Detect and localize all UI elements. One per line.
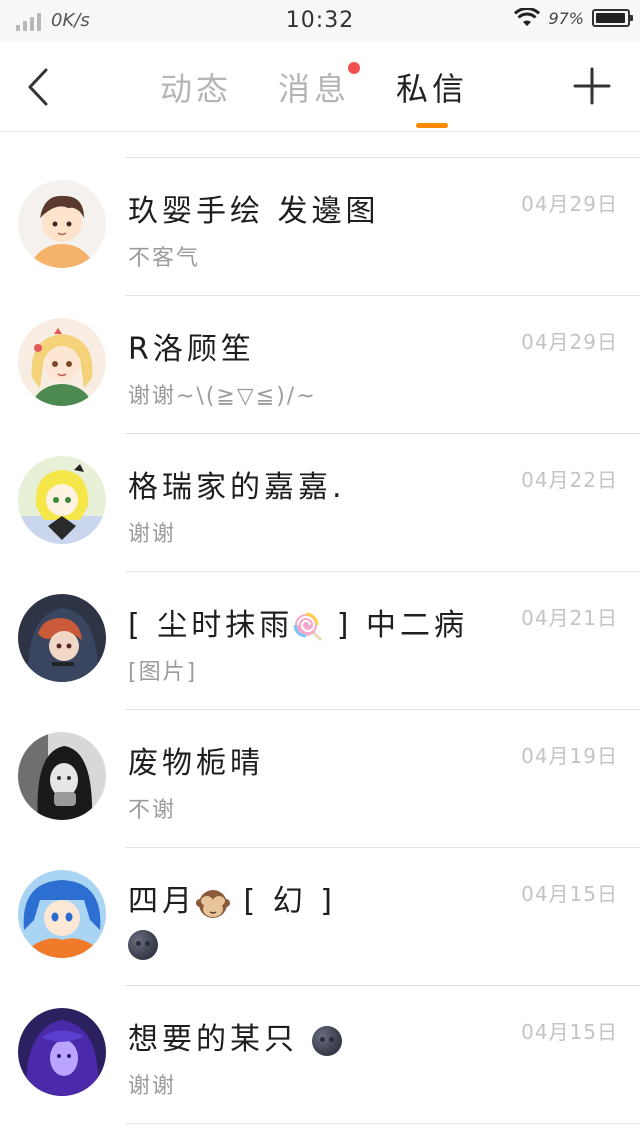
message-row[interactable]: [ 尘时抹雨 ] 中二病 [图片] 04月21日 <box>0 572 640 710</box>
add-button[interactable] <box>570 64 614 108</box>
avatar[interactable] <box>18 318 106 406</box>
plus-icon <box>573 67 611 105</box>
message-preview: 不谢 <box>128 798 177 823</box>
avatar[interactable] <box>18 732 106 820</box>
message-row[interactable]: 四月 [ 幻 ] 04月15日 <box>0 848 640 986</box>
contact-name: 想要的某只 <box>128 1014 342 1058</box>
wifi-icon <box>514 8 541 26</box>
message-date: 04月21日 <box>521 606 618 630</box>
message-row[interactable]: 格瑞家的嘉嘉. 谢谢 04月22日 <box>0 434 640 572</box>
message-preview <box>128 930 158 960</box>
status-right: 97% <box>514 8 633 28</box>
message-row[interactable]: R洛顾笙 谢谢~\(≧▽≦)/~ 04月29日 <box>0 296 640 434</box>
message-preview: [图片] <box>128 660 198 685</box>
message-preview: 谢谢 <box>128 1074 177 1099</box>
contact-name-part: [ 尘时抹雨 <box>128 608 294 643</box>
new-moon-face-icon <box>311 1025 342 1056</box>
message-row[interactable]: 玖婴手绘 发邊图 不客气 04月29日 <box>0 158 640 296</box>
active-tab-indicator <box>416 123 449 128</box>
avatar[interactable] <box>18 180 106 268</box>
message-row[interactable]: 想要的某只 谢谢 04月15日 <box>0 986 640 1124</box>
contact-name-part: 四月 <box>128 884 196 919</box>
message-preview: 谢谢 <box>128 522 177 547</box>
message-date: 04月29日 <box>521 330 618 354</box>
contact-name: 格瑞家的嘉嘉. <box>128 470 346 505</box>
contact-name: 四月 [ 幻 ] <box>128 876 336 920</box>
tab-notifications[interactable]: 消息 <box>278 62 361 110</box>
contact-name-part: 想要的某只 <box>128 1022 298 1057</box>
new-moon-face-icon <box>128 930 158 960</box>
contact-name-part: ] 中二病 <box>323 608 469 643</box>
back-button[interactable] <box>18 62 58 112</box>
contact-name: 废物栀晴 <box>128 746 264 781</box>
tab-activity[interactable]: 动态 <box>160 64 232 110</box>
avatar[interactable] <box>18 1008 106 1096</box>
battery-fill <box>596 13 626 23</box>
contact-name: 玖婴手绘 发邊图 <box>128 194 380 229</box>
lollipop-icon <box>293 612 323 642</box>
avatar[interactable] <box>18 456 106 544</box>
unread-badge-dot <box>348 62 361 74</box>
tab-private-messages-label: 私信 <box>396 70 469 108</box>
see-no-evil-monkey-icon <box>196 887 230 919</box>
tab-private-messages[interactable]: 私信 <box>396 64 469 128</box>
message-date: 04月29日 <box>521 192 618 216</box>
message-date: 04月15日 <box>521 1020 618 1044</box>
message-date: 04月22日 <box>521 468 618 492</box>
status-bar: 0K/s 10:32 97% <box>0 0 640 42</box>
contact-name: [ 尘时抹雨 ] 中二病 <box>128 600 468 644</box>
tab-notifications-label: 消息 <box>278 70 351 108</box>
message-row[interactable]: 废物栀晴 不谢 04月19日 <box>0 710 640 848</box>
battery-icon <box>592 9 633 27</box>
tab-bar: 动态 消息 私信 <box>160 42 514 132</box>
message-date: 04月19日 <box>521 744 618 768</box>
tab-activity-label: 动态 <box>160 70 233 108</box>
avatar[interactable] <box>18 594 106 682</box>
divider <box>125 1123 640 1124</box>
contact-name-part: [ 幻 ] <box>230 884 337 919</box>
message-preview: 谢谢~\(≧▽≦)/~ <box>128 384 317 409</box>
nav-bar: 动态 消息 私信 <box>0 42 640 132</box>
battery-percent: 97% <box>548 8 584 28</box>
message-date: 04月15日 <box>521 882 618 906</box>
avatar[interactable] <box>18 870 106 958</box>
message-preview: 不客气 <box>128 246 201 271</box>
contact-name: R洛顾笙 <box>128 332 255 367</box>
chevron-left-icon <box>28 68 48 106</box>
